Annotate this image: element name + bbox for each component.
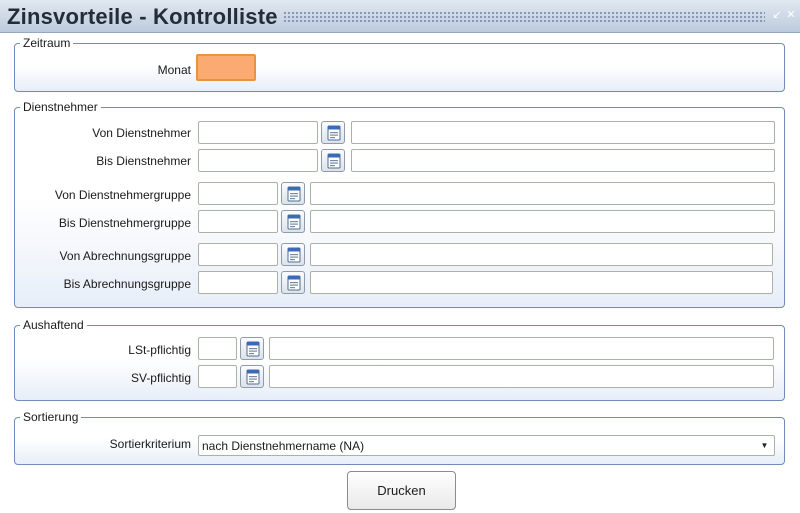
bis-dienstnehmergruppe-name-field[interactable] (310, 210, 775, 233)
von-abrechnungsgruppe-field[interactable] (198, 243, 278, 266)
title-bar-pattern (283, 11, 765, 22)
bis-dienstnehmergruppe-label: Bis Dienstnehmergruppe (58, 216, 191, 230)
sortierkriterium-label: Sortierkriterium (109, 437, 191, 451)
von-dienstnehmergruppe-label: Von Dienstnehmergruppe (54, 188, 191, 202)
title-bar: Zinsvorteile - Kontrolliste ↙ ✕ (0, 0, 800, 33)
calendar-lookup-icon[interactable] (281, 271, 305, 294)
lst-pflichtig-name-field[interactable] (269, 337, 774, 360)
von-dienstnehmer-label: Von Dienstnehmer (92, 126, 191, 140)
calendar-lookup-icon[interactable] (240, 365, 264, 388)
group-sortierung: Sortierung Sortierkriterium nach Dienstn… (14, 410, 785, 465)
group-zeitraum-legend: Zeitraum (20, 36, 74, 50)
calendar-lookup-icon[interactable] (321, 149, 345, 172)
von-dienstnehmergruppe-field[interactable] (198, 182, 278, 205)
bis-dienstnehmer-label: Bis Dienstnehmer (96, 154, 191, 168)
group-aushaftend-legend: Aushaftend (20, 318, 87, 332)
sv-pflichtig-name-field[interactable] (269, 365, 774, 388)
bis-abrechnungsgruppe-label: Bis Abrechnungsgruppe (63, 277, 191, 291)
sv-pflichtig-label: SV-pflichtig (130, 371, 191, 385)
group-sortierung-legend: Sortierung (20, 410, 82, 424)
group-zeitraum: Zeitraum Monat (14, 36, 785, 92)
von-dienstnehmergruppe-name-field[interactable] (310, 182, 775, 205)
von-abrechnungsgruppe-label: Von Abrechnungsgruppe (59, 249, 191, 263)
chevron-down-icon[interactable]: ▼ (758, 439, 771, 452)
app-window: Zinsvorteile - Kontrolliste ↙ ✕ Zeitraum… (0, 0, 800, 513)
calendar-lookup-icon[interactable] (281, 182, 305, 205)
bis-abrechnungsgruppe-name-field[interactable] (310, 271, 773, 294)
von-dienstnehmer-field[interactable] (198, 121, 318, 144)
sortierkriterium-value: nach Dienstnehmername (NA) (202, 439, 365, 453)
lst-pflichtig-label: LSt-pflichtig (128, 343, 191, 357)
monat-label: Monat (157, 63, 191, 77)
sortierkriterium-select[interactable]: nach Dienstnehmername (NA) ▼ (198, 435, 775, 456)
group-dienstnehmer-legend: Dienstnehmer (20, 100, 101, 114)
window-title: Zinsvorteile - Kontrolliste (7, 4, 278, 29)
minimize-icon[interactable]: ↙ (771, 9, 783, 21)
calendar-lookup-icon[interactable] (281, 243, 305, 266)
calendar-lookup-icon[interactable] (321, 121, 345, 144)
close-icon[interactable]: ✕ (785, 9, 797, 21)
calendar-lookup-icon[interactable] (240, 337, 264, 360)
print-button[interactable]: Drucken (347, 471, 456, 510)
bis-abrechnungsgruppe-field[interactable] (198, 271, 278, 294)
von-abrechnungsgruppe-name-field[interactable] (310, 243, 773, 266)
bis-dienstnehmergruppe-field[interactable] (198, 210, 278, 233)
sv-pflichtig-field[interactable] (198, 365, 237, 388)
bis-dienstnehmer-field[interactable] (198, 149, 318, 172)
monat-field[interactable] (196, 54, 256, 81)
bis-dienstnehmer-name-field[interactable] (351, 149, 775, 172)
von-dienstnehmer-name-field[interactable] (351, 121, 775, 144)
group-dienstnehmer: Dienstnehmer Von Dienstnehmer Bis Dienst… (14, 100, 785, 308)
lst-pflichtig-field[interactable] (198, 337, 237, 360)
group-aushaftend: Aushaftend LSt-pflichtig SV-pflichtig (14, 318, 785, 401)
calendar-lookup-icon[interactable] (281, 210, 305, 233)
